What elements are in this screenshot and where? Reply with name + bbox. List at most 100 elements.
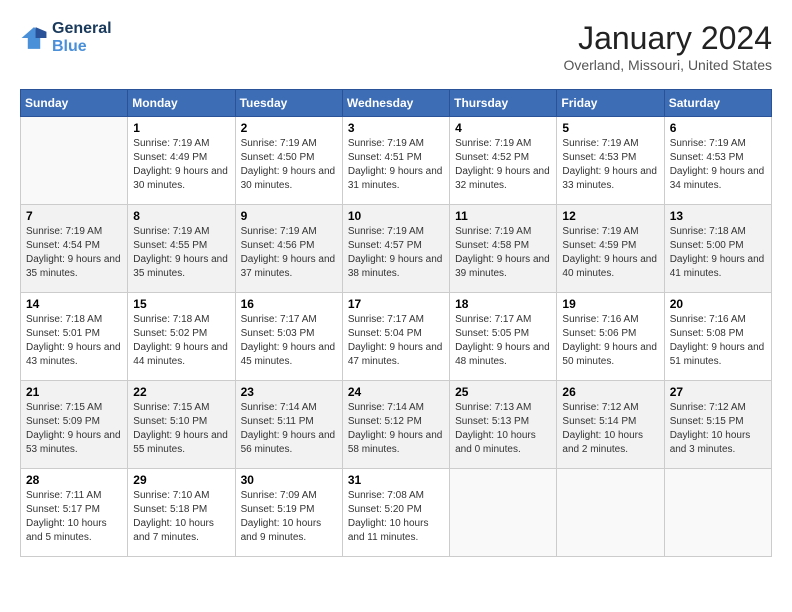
sunrise-label: Sunrise: 7:09 AM (241, 490, 317, 501)
daylight-label: Daylight: 9 hours and 38 minutes. (348, 254, 443, 279)
day-number: 9 (241, 209, 337, 223)
day-number: 29 (133, 473, 229, 487)
sunrise-label: Sunrise: 7:18 AM (26, 314, 102, 325)
day-info: Sunrise: 7:19 AM Sunset: 4:49 PM Dayligh… (133, 137, 229, 193)
calendar-cell: 25 Sunrise: 7:13 AM Sunset: 5:13 PM Dayl… (450, 381, 557, 469)
day-info: Sunrise: 7:18 AM Sunset: 5:00 PM Dayligh… (670, 225, 766, 281)
daylight-label: Daylight: 9 hours and 30 minutes. (241, 166, 336, 191)
calendar-cell: 18 Sunrise: 7:17 AM Sunset: 5:05 PM Dayl… (450, 293, 557, 381)
sunset-label: Sunset: 5:17 PM (26, 504, 100, 515)
weekday-header-tuesday: Tuesday (235, 90, 342, 117)
sunset-label: Sunset: 4:51 PM (348, 152, 422, 163)
day-info: Sunrise: 7:14 AM Sunset: 5:12 PM Dayligh… (348, 401, 444, 457)
sunset-label: Sunset: 4:56 PM (241, 240, 315, 251)
calendar-cell: 3 Sunrise: 7:19 AM Sunset: 4:51 PM Dayli… (342, 117, 449, 205)
calendar-cell (450, 469, 557, 557)
calendar-cell: 2 Sunrise: 7:19 AM Sunset: 4:50 PM Dayli… (235, 117, 342, 205)
sunset-label: Sunset: 5:14 PM (562, 416, 636, 427)
calendar-cell: 23 Sunrise: 7:14 AM Sunset: 5:11 PM Dayl… (235, 381, 342, 469)
weekday-header-thursday: Thursday (450, 90, 557, 117)
day-number: 7 (26, 209, 122, 223)
day-number: 13 (670, 209, 766, 223)
calendar-cell: 10 Sunrise: 7:19 AM Sunset: 4:57 PM Dayl… (342, 205, 449, 293)
calendar-week-5: 28 Sunrise: 7:11 AM Sunset: 5:17 PM Dayl… (21, 469, 772, 557)
daylight-label: Daylight: 9 hours and 44 minutes. (133, 342, 228, 367)
sunset-label: Sunset: 5:13 PM (455, 416, 529, 427)
day-info: Sunrise: 7:12 AM Sunset: 5:14 PM Dayligh… (562, 401, 658, 457)
day-info: Sunrise: 7:19 AM Sunset: 4:53 PM Dayligh… (562, 137, 658, 193)
calendar-cell: 1 Sunrise: 7:19 AM Sunset: 4:49 PM Dayli… (128, 117, 235, 205)
calendar-cell: 24 Sunrise: 7:14 AM Sunset: 5:12 PM Dayl… (342, 381, 449, 469)
sunset-label: Sunset: 4:55 PM (133, 240, 207, 251)
day-info: Sunrise: 7:09 AM Sunset: 5:19 PM Dayligh… (241, 489, 337, 545)
daylight-label: Daylight: 10 hours and 11 minutes. (348, 518, 429, 543)
sunrise-label: Sunrise: 7:10 AM (133, 490, 209, 501)
day-info: Sunrise: 7:19 AM Sunset: 4:50 PM Dayligh… (241, 137, 337, 193)
sunrise-label: Sunrise: 7:14 AM (241, 402, 317, 413)
sunset-label: Sunset: 5:02 PM (133, 328, 207, 339)
sunrise-label: Sunrise: 7:14 AM (348, 402, 424, 413)
sunrise-label: Sunrise: 7:18 AM (133, 314, 209, 325)
sunrise-label: Sunrise: 7:16 AM (670, 314, 746, 325)
daylight-label: Daylight: 9 hours and 32 minutes. (455, 166, 550, 191)
sunset-label: Sunset: 4:53 PM (670, 152, 744, 163)
sunrise-label: Sunrise: 7:19 AM (562, 138, 638, 149)
day-number: 30 (241, 473, 337, 487)
sunrise-label: Sunrise: 7:19 AM (133, 138, 209, 149)
sunrise-label: Sunrise: 7:19 AM (241, 138, 317, 149)
calendar-cell: 13 Sunrise: 7:18 AM Sunset: 5:00 PM Dayl… (664, 205, 771, 293)
daylight-label: Daylight: 9 hours and 58 minutes. (348, 430, 443, 455)
calendar-cell: 11 Sunrise: 7:19 AM Sunset: 4:58 PM Dayl… (450, 205, 557, 293)
day-info: Sunrise: 7:19 AM Sunset: 4:58 PM Dayligh… (455, 225, 551, 281)
daylight-label: Daylight: 9 hours and 45 minutes. (241, 342, 336, 367)
logo-text: General Blue (52, 20, 112, 56)
day-number: 5 (562, 121, 658, 135)
calendar-cell: 26 Sunrise: 7:12 AM Sunset: 5:14 PM Dayl… (557, 381, 664, 469)
weekday-header-friday: Friday (557, 90, 664, 117)
sunrise-label: Sunrise: 7:18 AM (670, 226, 746, 237)
sunrise-label: Sunrise: 7:17 AM (241, 314, 317, 325)
calendar-table: SundayMondayTuesdayWednesdayThursdayFrid… (20, 89, 772, 557)
calendar-cell: 30 Sunrise: 7:09 AM Sunset: 5:19 PM Dayl… (235, 469, 342, 557)
day-number: 23 (241, 385, 337, 399)
day-info: Sunrise: 7:19 AM Sunset: 4:54 PM Dayligh… (26, 225, 122, 281)
day-info: Sunrise: 7:18 AM Sunset: 5:02 PM Dayligh… (133, 313, 229, 369)
sunrise-label: Sunrise: 7:19 AM (26, 226, 102, 237)
day-info: Sunrise: 7:18 AM Sunset: 5:01 PM Dayligh… (26, 313, 122, 369)
calendar-cell: 15 Sunrise: 7:18 AM Sunset: 5:02 PM Dayl… (128, 293, 235, 381)
day-number: 11 (455, 209, 551, 223)
calendar-cell (664, 469, 771, 557)
calendar-cell: 19 Sunrise: 7:16 AM Sunset: 5:06 PM Dayl… (557, 293, 664, 381)
day-number: 6 (670, 121, 766, 135)
calendar-week-4: 21 Sunrise: 7:15 AM Sunset: 5:09 PM Dayl… (21, 381, 772, 469)
calendar-cell (557, 469, 664, 557)
daylight-label: Daylight: 9 hours and 40 minutes. (562, 254, 657, 279)
day-number: 22 (133, 385, 229, 399)
sunset-label: Sunset: 4:50 PM (241, 152, 315, 163)
day-info: Sunrise: 7:19 AM Sunset: 4:51 PM Dayligh… (348, 137, 444, 193)
daylight-label: Daylight: 9 hours and 35 minutes. (26, 254, 121, 279)
day-number: 27 (670, 385, 766, 399)
day-number: 26 (562, 385, 658, 399)
calendar-cell: 5 Sunrise: 7:19 AM Sunset: 4:53 PM Dayli… (557, 117, 664, 205)
calendar-cell: 22 Sunrise: 7:15 AM Sunset: 5:10 PM Dayl… (128, 381, 235, 469)
title-section: January 2024 Overland, Missouri, United … (563, 20, 772, 73)
sunset-label: Sunset: 5:18 PM (133, 504, 207, 515)
calendar-cell: 17 Sunrise: 7:17 AM Sunset: 5:04 PM Dayl… (342, 293, 449, 381)
page-header: General Blue January 2024 Overland, Miss… (20, 20, 772, 73)
calendar-cell: 9 Sunrise: 7:19 AM Sunset: 4:56 PM Dayli… (235, 205, 342, 293)
day-number: 25 (455, 385, 551, 399)
calendar-header: SundayMondayTuesdayWednesdayThursdayFrid… (21, 90, 772, 117)
daylight-label: Daylight: 9 hours and 56 minutes. (241, 430, 336, 455)
day-info: Sunrise: 7:14 AM Sunset: 5:11 PM Dayligh… (241, 401, 337, 457)
day-number: 28 (26, 473, 122, 487)
calendar-cell: 29 Sunrise: 7:10 AM Sunset: 5:18 PM Dayl… (128, 469, 235, 557)
sunset-label: Sunset: 5:00 PM (670, 240, 744, 251)
day-info: Sunrise: 7:16 AM Sunset: 5:08 PM Dayligh… (670, 313, 766, 369)
calendar-cell: 16 Sunrise: 7:17 AM Sunset: 5:03 PM Dayl… (235, 293, 342, 381)
daylight-label: Daylight: 9 hours and 35 minutes. (133, 254, 228, 279)
sunset-label: Sunset: 5:20 PM (348, 504, 422, 515)
sunset-label: Sunset: 4:53 PM (562, 152, 636, 163)
sunset-label: Sunset: 5:09 PM (26, 416, 100, 427)
calendar-cell: 12 Sunrise: 7:19 AM Sunset: 4:59 PM Dayl… (557, 205, 664, 293)
